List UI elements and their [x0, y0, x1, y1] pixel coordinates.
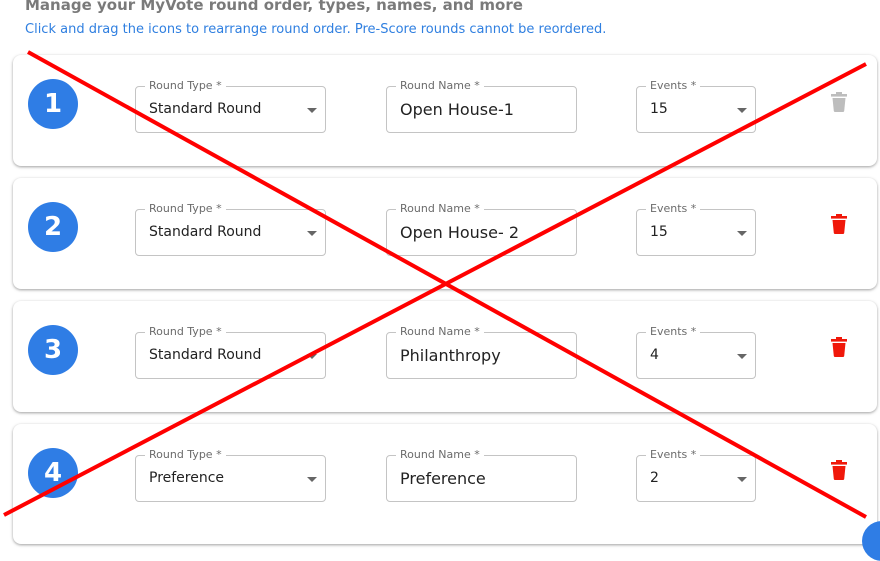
events-select[interactable]: Events * 2	[636, 448, 756, 502]
events-value: 4	[650, 347, 659, 363]
trash-icon[interactable]	[831, 460, 847, 480]
events-select[interactable]: Events * 15	[636, 79, 756, 133]
trash-icon[interactable]	[831, 214, 847, 234]
round-type-value: Standard Round	[149, 347, 262, 363]
round-name-value: Preference	[400, 469, 486, 488]
events-value: 15	[650, 224, 668, 240]
page-instructions: Click and drag the icons to rearrange ro…	[25, 22, 607, 37]
trash-icon[interactable]	[831, 337, 847, 357]
round-card: 4 Round Type * Preference Round Name * P…	[13, 424, 877, 544]
round-card: 1 Round Type * Standard Round Round Name…	[13, 55, 877, 166]
round-order-handle[interactable]: 4	[28, 448, 78, 498]
events-value: 2	[650, 470, 659, 486]
trash-icon	[831, 92, 847, 112]
chevron-down-icon	[737, 354, 747, 359]
chevron-down-icon	[307, 108, 317, 113]
events-select[interactable]: Events * 4	[636, 325, 756, 379]
chevron-down-icon	[737, 231, 747, 236]
round-name-input[interactable]: Round Name * Open House- 2	[386, 202, 577, 256]
round-name-label: Round Name *	[396, 202, 484, 216]
round-type-value: Preference	[149, 470, 225, 486]
events-select[interactable]: Events * 15	[636, 202, 756, 256]
round-type-label: Round Type *	[145, 202, 226, 216]
round-name-label: Round Name *	[396, 325, 484, 339]
round-card: 3 Round Type * Standard Round Round Name…	[13, 301, 877, 412]
round-type-label: Round Type *	[145, 79, 226, 93]
events-label: Events *	[646, 448, 701, 462]
round-name-value: Open House-1	[400, 100, 514, 119]
chevron-down-icon	[307, 477, 317, 482]
round-name-label: Round Name *	[396, 448, 484, 462]
round-order-handle[interactable]: 3	[28, 325, 78, 375]
chevron-down-icon	[307, 231, 317, 236]
round-name-label: Round Name *	[396, 79, 484, 93]
round-name-value: Philanthropy	[400, 346, 501, 365]
round-type-label: Round Type *	[145, 448, 226, 462]
round-type-value: Standard Round	[149, 224, 262, 240]
round-card: 2 Round Type * Standard Round Round Name…	[13, 178, 877, 289]
events-label: Events *	[646, 325, 701, 339]
round-type-select[interactable]: Round Type * Standard Round	[135, 325, 326, 379]
page-title: Manage your MyVote round order, types, n…	[25, 0, 523, 14]
chevron-down-icon	[737, 108, 747, 113]
round-type-select[interactable]: Round Type * Standard Round	[135, 79, 326, 133]
events-label: Events *	[646, 202, 701, 216]
round-type-value: Standard Round	[149, 101, 262, 117]
events-value: 15	[650, 101, 668, 117]
round-name-input[interactable]: Round Name * Open House-1	[386, 79, 577, 133]
round-type-select[interactable]: Round Type * Preference	[135, 448, 326, 502]
chevron-down-icon	[737, 477, 747, 482]
round-name-input[interactable]: Round Name * Philanthropy	[386, 325, 577, 379]
round-type-select[interactable]: Round Type * Standard Round	[135, 202, 326, 256]
round-name-value: Open House- 2	[400, 223, 519, 242]
events-label: Events *	[646, 79, 701, 93]
chevron-down-icon	[307, 354, 317, 359]
round-type-label: Round Type *	[145, 325, 226, 339]
round-name-input[interactable]: Round Name * Preference	[386, 448, 577, 502]
round-order-handle[interactable]: 2	[28, 202, 78, 252]
round-order-handle[interactable]: 1	[28, 79, 78, 129]
